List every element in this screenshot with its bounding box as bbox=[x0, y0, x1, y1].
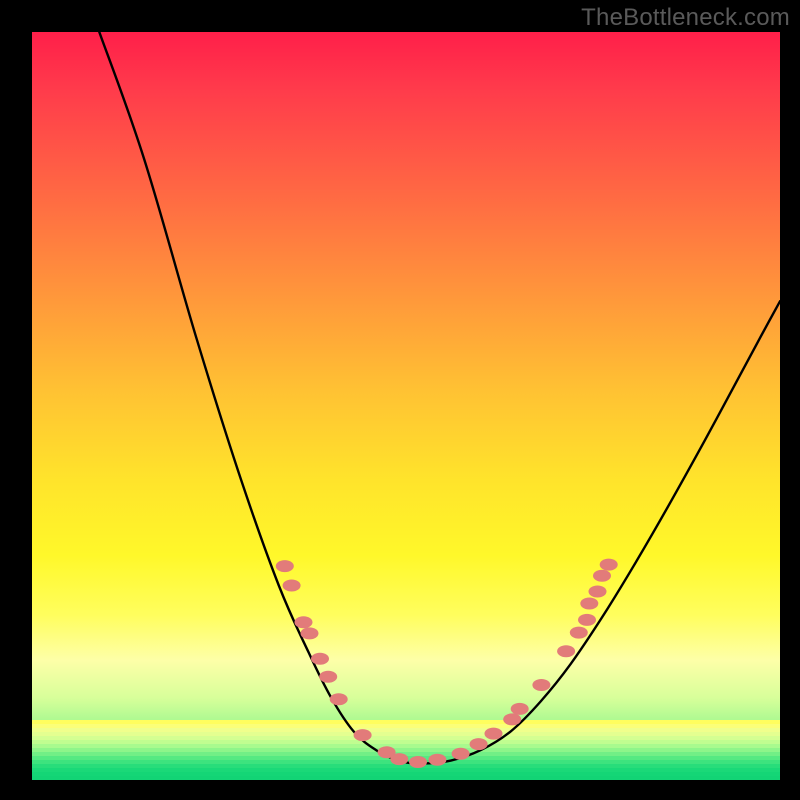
marker-dot bbox=[295, 616, 313, 628]
marker-dot bbox=[570, 627, 588, 639]
marker-dot bbox=[470, 738, 488, 750]
marker-dot bbox=[276, 560, 294, 572]
plot-area bbox=[32, 32, 780, 780]
marker-dot bbox=[390, 753, 408, 765]
marker-dot bbox=[319, 671, 337, 683]
marker-dot bbox=[557, 645, 575, 657]
marker-dot bbox=[578, 614, 596, 626]
watermark-text: TheBottleneck.com bbox=[581, 4, 790, 32]
marker-dot bbox=[409, 756, 427, 768]
bottleneck-curve bbox=[99, 32, 780, 764]
marker-dot bbox=[301, 627, 319, 639]
marker-dot bbox=[593, 570, 611, 582]
marker-dot bbox=[589, 586, 607, 598]
marker-dot bbox=[330, 693, 348, 705]
marker-dot bbox=[532, 679, 550, 691]
curve-path bbox=[99, 32, 780, 764]
curve-svg bbox=[32, 32, 780, 780]
marker-dot bbox=[600, 559, 618, 571]
marker-dot bbox=[428, 754, 446, 766]
marker-dot bbox=[452, 748, 470, 760]
marker-dot bbox=[503, 713, 521, 725]
curve-markers bbox=[276, 559, 618, 768]
frame: TheBottleneck.com bbox=[0, 0, 800, 800]
marker-dot bbox=[511, 703, 529, 715]
marker-dot bbox=[311, 653, 329, 665]
marker-dot bbox=[580, 598, 598, 610]
marker-dot bbox=[283, 580, 301, 592]
marker-dot bbox=[354, 729, 372, 741]
marker-dot bbox=[485, 728, 503, 740]
